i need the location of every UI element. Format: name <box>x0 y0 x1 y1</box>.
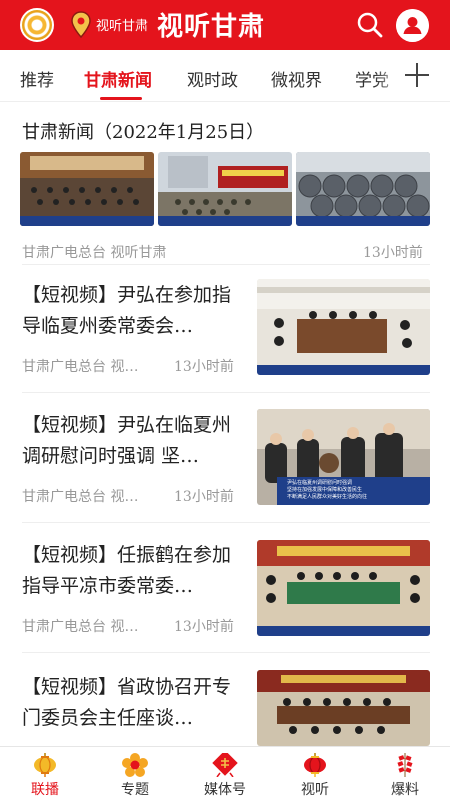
divider <box>22 264 430 265</box>
article-time: 13小时前 <box>174 489 234 505</box>
tab-fade-overlay <box>375 50 405 100</box>
article-thumb[interactable] <box>257 540 430 636</box>
feature-thumb-ceremony[interactable] <box>158 152 292 226</box>
tab-recommend[interactable]: 推荐 <box>20 66 54 91</box>
article-caption-line: 坚持在加强发展中保障和改善民生 <box>287 486 362 493</box>
nav-label: 爆料 <box>391 782 419 798</box>
divider <box>22 392 430 393</box>
channel-tabs: 推荐 甘肃新闻 观时政 微视界 学党 <box>0 50 450 102</box>
article-title[interactable]: 【短视频】任振鹤在参加指导平凉市委常委… <box>22 540 244 602</box>
article-caption-line: 尹弘在临夏州调研慰问时强调 <box>287 479 352 486</box>
nav-item-topics[interactable]: 专题 <box>90 747 180 800</box>
tab-politics[interactable]: 观时政 <box>187 66 238 91</box>
feature-time: 13小时前 <box>363 245 423 261</box>
user-avatar-icon[interactable] <box>396 9 429 42</box>
article-source: 甘肃广电总台 视… <box>22 489 139 505</box>
nav-item-broadcast[interactable]: 联播 <box>0 747 90 800</box>
article-title[interactable]: 【短视频】尹弘在临夏州调研慰问时强调 坚… <box>22 410 244 472</box>
app-header: 视听甘肃 视听甘肃 <box>0 0 450 50</box>
app-title: 视听甘肃 <box>157 12 266 42</box>
flower-icon <box>122 753 148 777</box>
search-icon[interactable] <box>356 11 384 39</box>
tab-gansu-news[interactable]: 甘肃新闻 <box>84 66 152 91</box>
article-time: 13小时前 <box>174 359 234 375</box>
nav-item-audiovisual[interactable]: 视听 <box>270 747 360 800</box>
nav-item-tips[interactable]: 爆料 <box>360 747 450 800</box>
feature-source: 甘肃广电总台 视听甘肃 <box>22 245 167 261</box>
article-title[interactable]: 【短视频】尹弘在参加指导临夏州委常委会… <box>22 280 244 342</box>
feature-thumb-meeting-hall[interactable] <box>20 152 154 226</box>
header-sub-label: 视听甘肃 <box>96 19 149 34</box>
divider <box>22 522 430 523</box>
lantern-icon <box>304 753 326 777</box>
feature-title[interactable]: 甘肃新闻（2022年1月25日） <box>22 118 264 144</box>
active-tab-indicator <box>100 97 142 100</box>
nav-label: 媒体号 <box>204 782 246 798</box>
article-thumb[interactable] <box>257 279 430 375</box>
bottom-navigation: 联播 专题 媒体号 视听 爆料 <box>0 746 450 800</box>
firecracker-icon <box>397 753 413 777</box>
gansu-tv-logo[interactable] <box>20 8 54 42</box>
nav-label: 视听 <box>301 782 329 798</box>
nav-label: 联播 <box>31 782 59 798</box>
article-title[interactable]: 【短视频】省政协召开专门委员会主任座谈… <box>22 672 244 734</box>
article-source: 甘肃广电总台 视… <box>22 619 139 635</box>
location-pin-icon <box>71 11 91 39</box>
nav-label: 专题 <box>121 782 149 798</box>
fu-icon <box>212 753 238 777</box>
article-thumb[interactable]: 尹弘在临夏州调研慰问时强调 坚持在加强发展中保障和改善民生 不断满足人民群众对美… <box>257 409 430 505</box>
lantern-icon <box>34 753 56 777</box>
article-time: 13小时前 <box>174 619 234 635</box>
divider <box>22 652 430 653</box>
article-caption-line: 不断满足人民群众对美好生活的向往 <box>287 493 367 500</box>
add-channel-plus-icon[interactable] <box>405 63 429 87</box>
article-thumb[interactable] <box>257 670 430 746</box>
tab-micro-vision[interactable]: 微视界 <box>271 66 322 91</box>
feature-thumb-steel-pipes[interactable] <box>296 152 430 226</box>
nav-item-media[interactable]: 媒体号 <box>180 747 270 800</box>
article-source: 甘肃广电总台 视… <box>22 359 139 375</box>
